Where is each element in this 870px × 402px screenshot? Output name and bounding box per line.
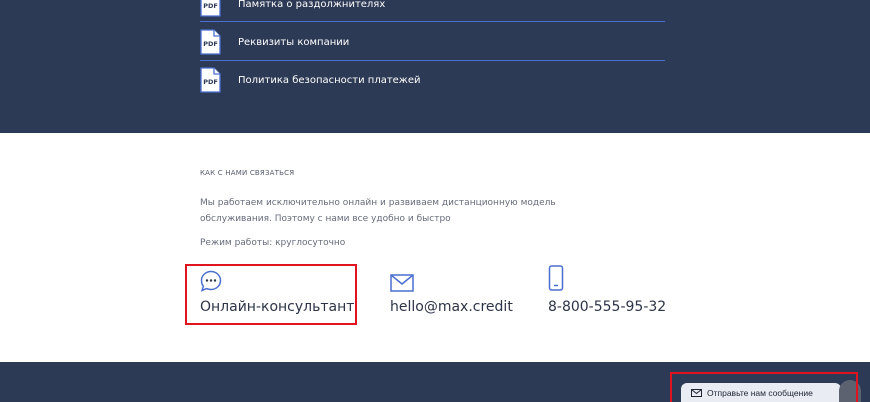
divider xyxy=(200,21,665,22)
document-label: Реквизиты компании xyxy=(238,36,350,48)
envelope-icon xyxy=(390,274,414,292)
svg-text:PDF: PDF xyxy=(203,78,218,86)
phone-label: 8-800-555-95-32 xyxy=(548,299,667,315)
document-link-company-details[interactable]: PDF Реквизиты компании xyxy=(200,23,665,61)
svg-text:PDF: PDF xyxy=(203,40,218,48)
highlight-box xyxy=(185,264,357,325)
working-hours: Режим работы: круглосуточно xyxy=(200,238,346,248)
contact-description: Мы работаем исключительно онлайн и разви… xyxy=(200,198,556,224)
contact-heading: КАК С НАМИ СВЯЗАТЬСЯ xyxy=(200,169,295,177)
pdf-icon: PDF xyxy=(200,67,221,93)
highlight-box xyxy=(670,372,858,402)
svg-text:PDF: PDF xyxy=(203,2,218,10)
document-link-payment-security-policy[interactable]: PDF Политика безопасности платежей xyxy=(200,61,665,99)
pdf-icon: PDF xyxy=(200,29,221,55)
documents-section: PDF Памятка о раздолжнителях PDF Реквизи… xyxy=(0,0,870,133)
phone-icon xyxy=(548,265,564,291)
document-label: Памятка о раздолжнителях xyxy=(238,0,386,10)
pdf-icon: PDF xyxy=(200,0,221,17)
document-link-debtors-memo[interactable]: PDF Памятка о раздолжнителях xyxy=(200,0,665,23)
email-label: hello@max.credit xyxy=(390,299,513,315)
phone-link[interactable]: 8-800-555-95-32 xyxy=(548,265,678,320)
document-label: Политика безопасности платежей xyxy=(238,74,421,86)
email-link[interactable]: hello@max.credit xyxy=(390,274,520,320)
